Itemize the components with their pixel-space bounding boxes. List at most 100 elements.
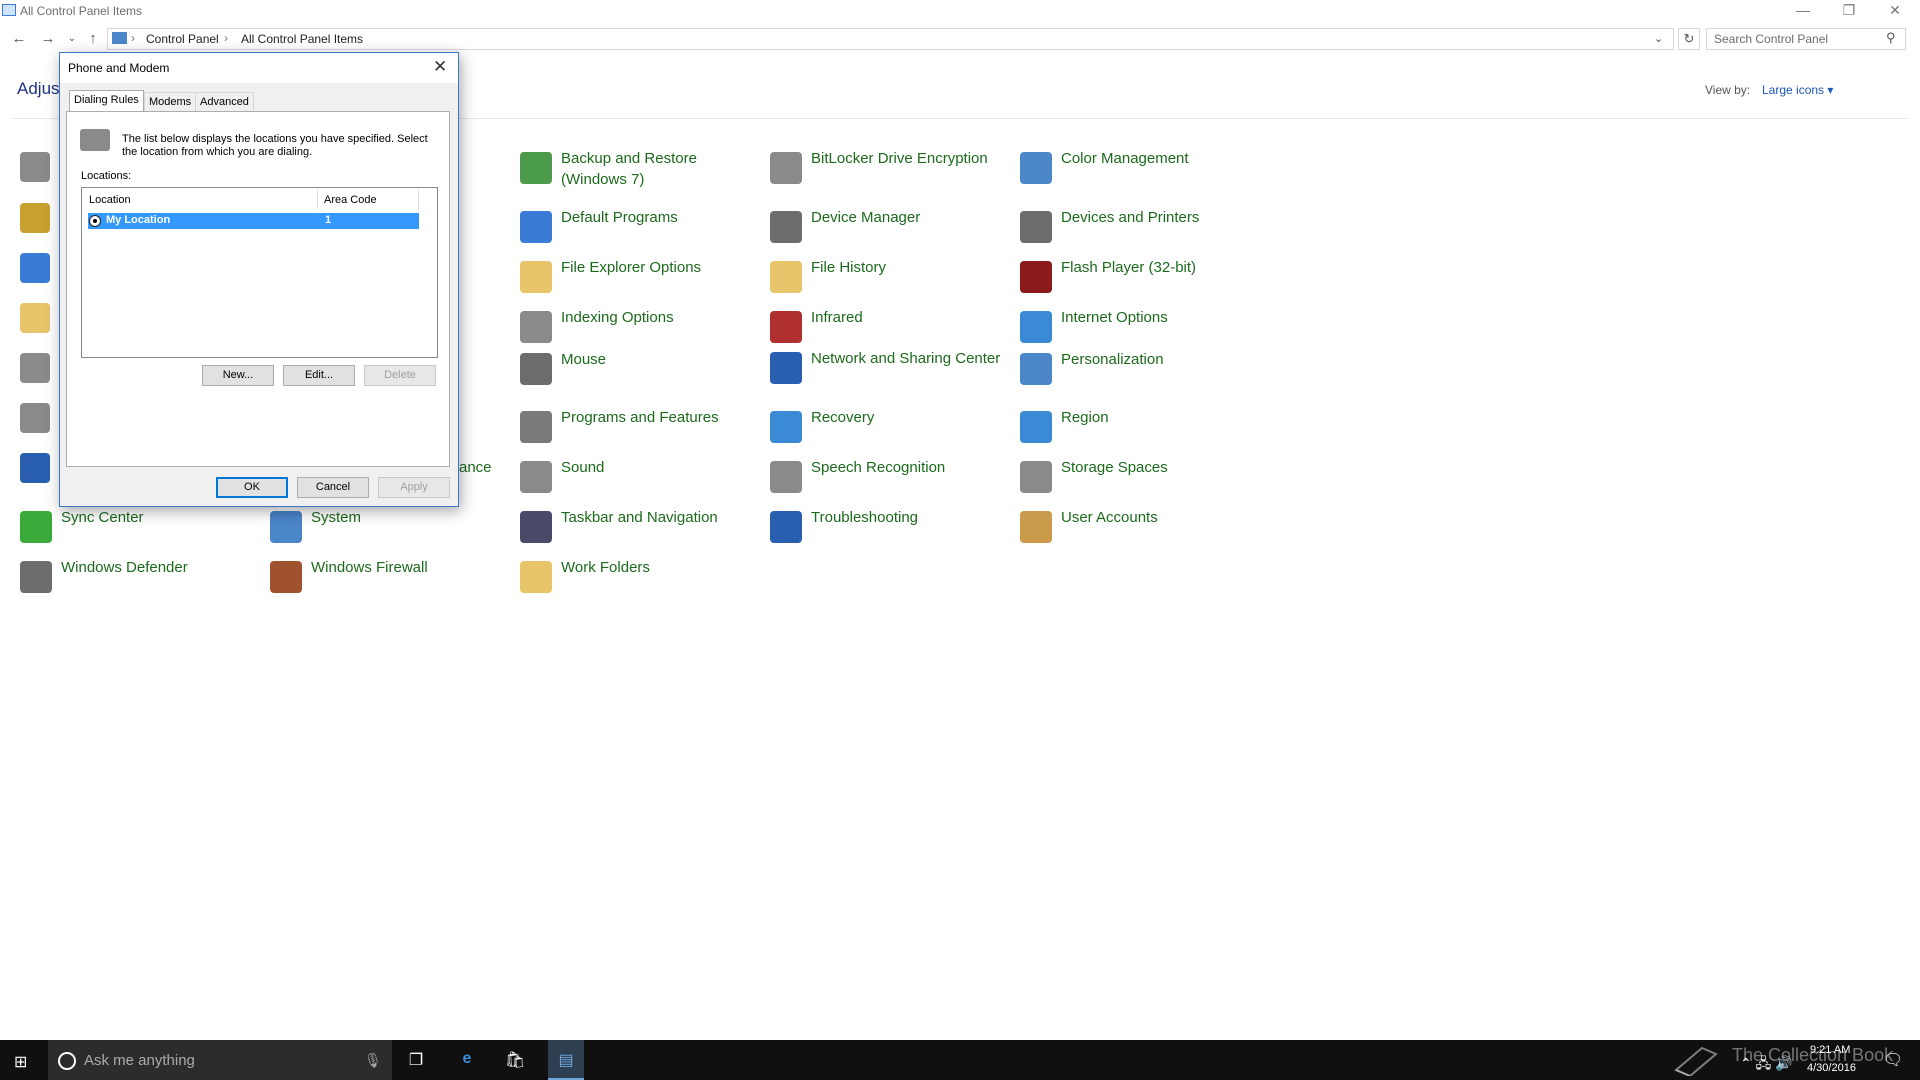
taskbar-icon bbox=[520, 511, 552, 543]
control-panel-item[interactable]: Internet Options bbox=[1020, 307, 1260, 351]
column-header-area-code[interactable]: Area Code bbox=[324, 194, 377, 206]
edge-browser-icon[interactable]: e bbox=[456, 1050, 478, 1070]
control-panel-item[interactable]: Mouse bbox=[520, 349, 760, 393]
address-control-panel-icon bbox=[112, 32, 127, 44]
dialog-title: Phone and Modem bbox=[68, 61, 170, 75]
breadcrumb-all-items[interactable]: All Control Panel Items bbox=[241, 32, 363, 46]
network-icon bbox=[770, 352, 802, 384]
control-panel-item-label: Programs and Features bbox=[561, 409, 719, 426]
keyboard-icon[interactable] bbox=[20, 353, 50, 383]
control-panel-item[interactable]: System bbox=[270, 507, 510, 551]
control-panel-item[interactable]: Sound bbox=[520, 457, 760, 501]
control-panel-item-label: Sync Center bbox=[61, 509, 144, 526]
administrative-tools-icon[interactable] bbox=[20, 152, 50, 182]
control-panel-item[interactable]: File Explorer Options bbox=[520, 257, 760, 301]
control-panel-item-label: Personalization bbox=[1061, 351, 1164, 368]
column-divider bbox=[317, 189, 318, 209]
system-icon bbox=[270, 511, 302, 543]
tab-dialing-rules[interactable]: Dialing Rules bbox=[69, 90, 144, 112]
new-button[interactable]: New... bbox=[202, 365, 274, 386]
control-panel-item[interactable]: Network and Sharing Center bbox=[770, 348, 1010, 392]
fonts-icon[interactable] bbox=[20, 303, 50, 333]
control-panel-item[interactable]: Infrared bbox=[770, 307, 1010, 351]
truncated-item-label[interactable]: ance bbox=[459, 459, 492, 476]
control-panel-item[interactable]: Personalization bbox=[1020, 349, 1260, 393]
programs-icon bbox=[520, 411, 552, 443]
forward-arrow-icon[interactable]: → bbox=[38, 29, 58, 49]
control-panel-item[interactable]: Storage Spaces bbox=[1020, 457, 1260, 501]
control-panel-item[interactable]: Programs and Features bbox=[520, 407, 760, 451]
control-panel-item[interactable]: Work Folders bbox=[520, 557, 760, 601]
ok-button[interactable]: OK bbox=[216, 477, 288, 498]
clock-date[interactable]: 4/30/2016 bbox=[1807, 1062, 1856, 1074]
region-icon bbox=[1020, 411, 1052, 443]
delete-button[interactable]: Delete bbox=[364, 365, 436, 386]
control-panel-item-label: Indexing Options bbox=[561, 309, 674, 326]
store-icon[interactable]: 🛍 bbox=[504, 1050, 526, 1070]
action-center-icon[interactable]: 🗨 bbox=[1882, 1050, 1904, 1070]
dialog-close-icon[interactable]: ✕ bbox=[433, 57, 447, 77]
control-panel-item[interactable]: Recovery bbox=[770, 407, 1010, 451]
search-icon[interactable]: ⚲ bbox=[1886, 30, 1896, 46]
address-dropdown-chevron-icon[interactable]: ⌄ bbox=[1654, 32, 1663, 45]
control-panel-item[interactable]: Speech Recognition bbox=[770, 457, 1010, 501]
control-panel-item[interactable]: BitLocker Drive Encryption bbox=[770, 148, 1010, 192]
control-panel-item[interactable]: Device Manager bbox=[770, 207, 1010, 251]
control-panel-item[interactable]: File History bbox=[770, 257, 1010, 301]
control-panel-item[interactable]: Color Management bbox=[1020, 148, 1260, 192]
control-panel-item[interactable]: User Accounts bbox=[1020, 507, 1260, 551]
microphone-icon[interactable]: 🎙 bbox=[364, 1052, 382, 1069]
control-panel-item-label: Internet Options bbox=[1061, 309, 1168, 326]
view-by-label: View by: bbox=[1705, 83, 1751, 97]
cancel-button[interactable]: Cancel bbox=[297, 477, 369, 498]
phone-modem-icon[interactable] bbox=[20, 403, 50, 433]
firewall-icon bbox=[270, 561, 302, 593]
system-tray-icons[interactable]: ⌃ 🖧 🔊 bbox=[1740, 1053, 1793, 1077]
clock-time[interactable]: 9:21 AM bbox=[1810, 1044, 1850, 1056]
up-arrow-icon[interactable]: ↑ bbox=[83, 29, 103, 49]
control-panel-item-label: Device Manager bbox=[811, 209, 921, 226]
control-panel-item[interactable]: Region bbox=[1020, 407, 1260, 451]
control-panel-item[interactable]: Indexing Options bbox=[520, 307, 760, 351]
internet-options-icon bbox=[1020, 311, 1052, 343]
control-panel-item[interactable]: Taskbar and Navigation bbox=[520, 507, 760, 551]
close-button[interactable]: ✕ bbox=[1872, 0, 1918, 22]
control-panel-item[interactable]: Troubleshooting bbox=[770, 507, 1010, 551]
breadcrumb-separator-icon: › bbox=[131, 31, 135, 45]
column-header-location[interactable]: Location bbox=[89, 194, 131, 206]
backup-icon bbox=[520, 152, 552, 184]
tab-modems[interactable]: Modems bbox=[144, 92, 197, 111]
sync-icon bbox=[20, 511, 52, 543]
search-placeholder: Search Control Panel bbox=[1714, 32, 1829, 46]
control-panel-item[interactable]: Windows Defender bbox=[20, 557, 260, 601]
control-panel-item[interactable]: Windows Firewall bbox=[270, 557, 510, 601]
control-panel-item[interactable]: Default Programs bbox=[520, 207, 760, 251]
remoteapp-icon[interactable] bbox=[20, 453, 50, 483]
minimize-button[interactable]: — bbox=[1780, 0, 1826, 22]
apply-button[interactable]: Apply bbox=[378, 477, 450, 498]
storage-icon bbox=[1020, 461, 1052, 493]
view-by-dropdown[interactable]: Large icons ▾ bbox=[1762, 83, 1833, 97]
refresh-icon[interactable]: ↻ bbox=[1678, 28, 1700, 50]
control-panel-item[interactable]: Devices and Printers bbox=[1020, 207, 1260, 251]
control-panel-item[interactable]: Flash Player (32-bit) bbox=[1020, 257, 1260, 301]
control-panel-item-label: Recovery bbox=[811, 409, 875, 426]
restore-button[interactable]: ❐ bbox=[1826, 0, 1872, 22]
breadcrumb-control-panel[interactable]: Control Panel bbox=[146, 32, 219, 46]
control-panel-item[interactable]: Backup and Restore (Windows 7) bbox=[520, 148, 760, 192]
default-programs-icon bbox=[520, 211, 552, 243]
windows-start-icon[interactable]: ⊞ bbox=[14, 1052, 27, 1072]
device-manager-icon bbox=[770, 211, 802, 243]
edit-button[interactable]: Edit... bbox=[283, 365, 355, 386]
tab-advanced[interactable]: Advanced bbox=[195, 92, 254, 111]
cortana-placeholder: Ask me anything bbox=[84, 1052, 195, 1069]
task-view-icon[interactable]: ❐ bbox=[405, 1050, 427, 1070]
back-arrow-icon[interactable]: ← bbox=[9, 29, 29, 49]
autoplay-icon[interactable] bbox=[20, 203, 50, 233]
printer-icon bbox=[1020, 211, 1052, 243]
control-panel-item-label: Flash Player (32-bit) bbox=[1061, 259, 1197, 276]
control-panel-item[interactable]: Sync Center bbox=[20, 507, 260, 551]
display-icon[interactable] bbox=[20, 253, 50, 283]
window-title-bar bbox=[0, 0, 1920, 22]
recent-locations-chevron-icon[interactable]: ⌄ bbox=[62, 29, 82, 49]
